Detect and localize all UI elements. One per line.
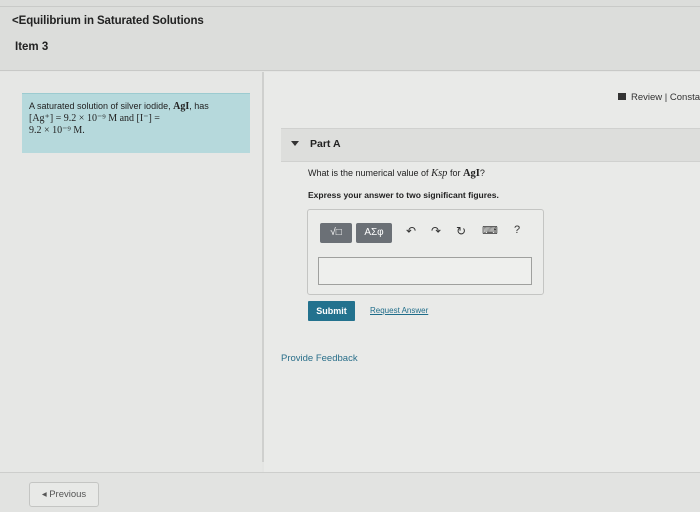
question-suffix: ? — [479, 168, 485, 178]
ksp-variable: Ksp — [431, 168, 448, 179]
problem-line-3: 9.2 × 10⁻⁹ M. — [29, 125, 85, 136]
reset-icon[interactable]: ↻ — [456, 224, 466, 238]
top-divider — [0, 6, 700, 7]
submit-button[interactable]: Submit — [308, 301, 355, 321]
review-link[interactable]: Review | Consta — [618, 92, 700, 103]
problem-line-1: A saturated solution of silver iodide, A… — [29, 100, 250, 113]
part-a-header[interactable]: Part A — [281, 128, 700, 162]
templates-button[interactable]: √□ — [320, 223, 352, 243]
formula-agi: AgI — [173, 101, 190, 112]
top-header — [0, 0, 700, 71]
footer-bar — [0, 472, 700, 512]
help-icon[interactable]: ? — [514, 224, 520, 236]
assignment-title: Equilibrium in Saturated Solutions — [18, 15, 204, 27]
back-link[interactable]: <Equilibrium in Saturated Solutions — [12, 15, 204, 27]
answer-input[interactable] — [318, 257, 532, 285]
undo-icon[interactable]: ↶ — [406, 224, 416, 238]
problem-line-2: [Ag⁺] = 9.2 × 10⁻⁹ M and [I⁻] = — [29, 113, 160, 124]
keyboard-icon[interactable]: ⌨ — [482, 224, 498, 237]
symbols-button[interactable]: ΑΣφ — [356, 223, 392, 243]
problem-text-suffix: , has — [189, 101, 209, 111]
caret-down-icon — [291, 141, 299, 146]
answer-box: √□ ΑΣφ ↶ ↷ ↻ ⌨ ? — [307, 209, 544, 295]
question-text: What is the numerical value of Ksp for A… — [308, 168, 485, 179]
chevron-left-icon: < — [12, 15, 19, 27]
question-mid: for — [449, 168, 461, 178]
provide-feedback-link[interactable]: Provide Feedback — [281, 353, 358, 364]
formula-agi: AgI — [462, 168, 480, 179]
problem-text: A saturated solution of silver iodide, — [29, 101, 171, 111]
request-answer-link[interactable]: Request Answer — [370, 306, 428, 315]
item-title: Item 3 — [15, 41, 49, 53]
book-icon — [618, 93, 626, 100]
previous-button[interactable]: ◂ Previous — [29, 482, 99, 507]
instruction-text: Express your answer to two significant f… — [308, 190, 499, 200]
redo-icon[interactable]: ↷ — [431, 224, 441, 238]
problem-statement: A saturated solution of silver iodide, A… — [22, 93, 250, 153]
review-label: Review | Consta — [631, 92, 700, 103]
question-prefix: What is the numerical value of — [308, 168, 429, 178]
part-title: Part A — [310, 138, 341, 150]
